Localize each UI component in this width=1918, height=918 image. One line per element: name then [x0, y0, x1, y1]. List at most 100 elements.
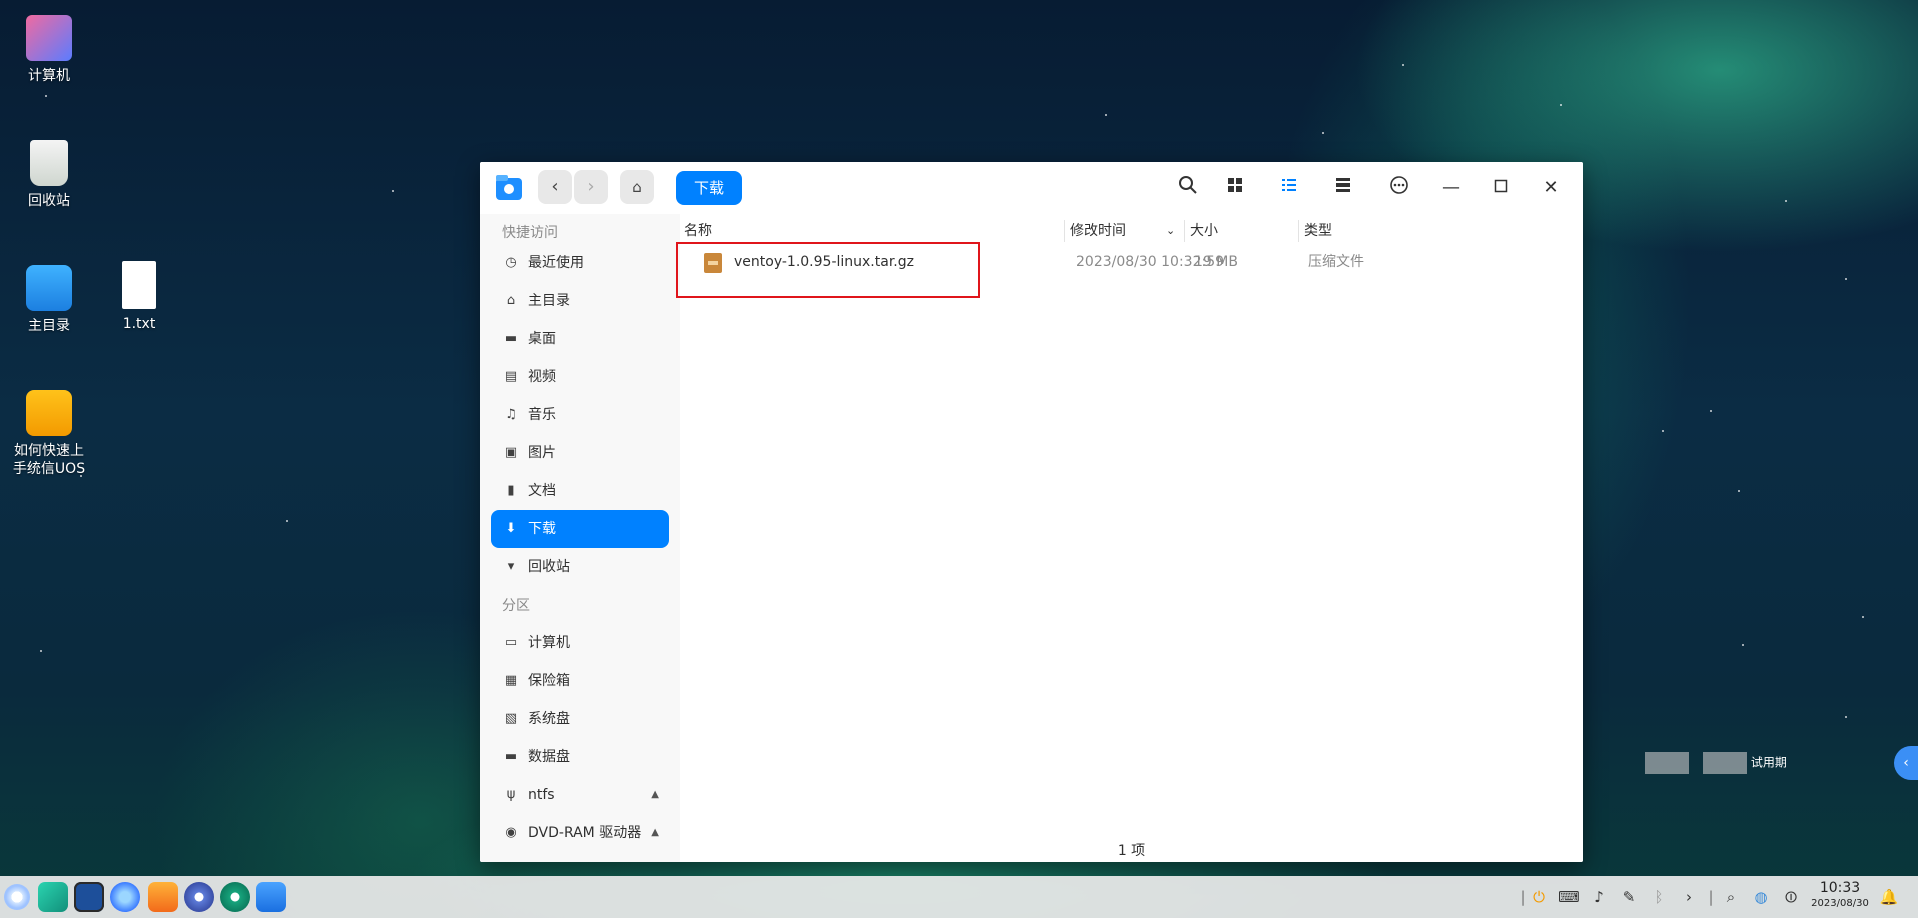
desktop-icon-1txt[interactable]: 1.txt [89, 261, 189, 333]
desktop-icon-label: 如何快速上手统信UOS [12, 443, 86, 477]
document-icon: ▮ [507, 483, 515, 498]
home-button[interactable]: ⌂ [620, 170, 654, 204]
more-icon[interactable] [1386, 175, 1412, 201]
desktop-icon-computer[interactable]: 计算机 [0, 15, 99, 85]
desktop-icon-trash[interactable]: 回收站 [0, 140, 99, 210]
download-icon: ⬇ [505, 521, 517, 536]
sidebar-item-ntfs[interactable]: ψ ntfs ▲ [491, 776, 669, 814]
list-view-icon[interactable] [1276, 175, 1302, 201]
sidebar-item-dvd-drive[interactable]: ◉ DVD-RAM 驱动器 ▲ [491, 814, 669, 852]
file-type: 压缩文件 [1308, 254, 1364, 270]
disk-icon: ▧ [504, 711, 518, 726]
desktop-icon-home[interactable]: 主目录 [0, 265, 99, 335]
launcher-icon[interactable] [4, 884, 30, 910]
vault-icon: ▦ [504, 673, 518, 688]
sidebar-item-videos[interactable]: ▤ 视频 [491, 358, 669, 396]
expand-tray-icon[interactable]: › [1678, 886, 1700, 908]
keyboard-icon[interactable]: ⌨ [1558, 886, 1580, 908]
notification-icon[interactable]: 🔔 [1878, 886, 1900, 908]
computer-icon [26, 15, 72, 61]
sidebar-item-system-disk[interactable]: ▧ 系统盘 [491, 700, 669, 738]
desktop-icon-label: 主目录 [28, 318, 70, 334]
clock[interactable]: 10:33 2023/08/30 [1808, 879, 1872, 911]
sidebar-item-computer[interactable]: ▭ 计算机 [491, 624, 669, 662]
trial-watermark: 试用期 [1645, 752, 1787, 774]
network-icon[interactable]: ◍ [1750, 886, 1772, 908]
sidebar-item-desktop[interactable]: ▬ 桌面 [491, 320, 669, 358]
browser-icon[interactable] [110, 882, 140, 912]
minimize-icon[interactable]: — [1438, 175, 1464, 201]
desktop-icon-uos-guide[interactable]: 如何快速上手统信UOS [0, 390, 99, 478]
support-icon[interactable] [220, 882, 250, 912]
sidebar-item-vault[interactable]: ▦ 保险箱 [491, 662, 669, 700]
column-header-size[interactable]: 大小 [1190, 220, 1218, 242]
text-file-icon [122, 261, 156, 309]
tray-separator: | [1708, 888, 1714, 906]
sidebar-item-recent[interactable]: ◷ 最近使用 [491, 244, 669, 282]
computer-icon: ▭ [504, 635, 518, 650]
clock-icon: ◷ [505, 255, 517, 270]
desktop-icon-label: 计算机 [28, 68, 70, 84]
file-size: 19 MB [1194, 254, 1238, 270]
update-icon[interactable]: ⏻ [1528, 886, 1550, 908]
taskbar: | ⏻ ⌨ ♪ ✎ ᛒ › | ⌕ ◍ ⏼ 10:33 2023/08/30 🔔 [0, 876, 1918, 918]
side-panel-handle[interactable]: ‹ [1894, 746, 1918, 780]
eject-icon[interactable]: ▲ [651, 814, 659, 852]
detail-view-icon[interactable] [1330, 175, 1356, 201]
volume-icon[interactable]: ♪ [1588, 886, 1610, 908]
clock-time: 10:33 [1819, 880, 1861, 896]
column-separator[interactable] [1298, 220, 1299, 242]
control-center-icon[interactable] [184, 882, 214, 912]
picture-icon: ▣ [504, 445, 518, 460]
pen-icon[interactable]: ✎ [1618, 886, 1640, 908]
sidebar-item-pictures[interactable]: ▣ 图片 [491, 434, 669, 472]
breadcrumb-downloads[interactable]: 下载 [676, 171, 743, 205]
desktop-icon-label: 1.txt [122, 316, 156, 332]
sidebar-item-documents[interactable]: ▮ 文档 [491, 472, 669, 510]
column-header-modified[interactable]: 修改时间 [1070, 220, 1126, 242]
titlebar: ‹ › ⌂ 下载 — ✕ [480, 162, 1583, 215]
back-button[interactable]: ‹ [538, 170, 572, 204]
file-manager-taskbar-icon[interactable] [74, 882, 104, 912]
column-separator[interactable] [1064, 220, 1065, 242]
sidebar-item-trash[interactable]: ▾ 回收站 [491, 548, 669, 586]
trash-icon: ▾ [507, 559, 515, 574]
sidebar-item-music[interactable]: ♫ 音乐 [491, 396, 669, 434]
home-folder-icon [26, 265, 72, 311]
selection-highlight-box [676, 242, 980, 298]
maximize-icon[interactable] [1488, 175, 1514, 201]
home-icon: ⌂ [506, 293, 516, 308]
search-icon[interactable]: ⌕ [1720, 886, 1742, 908]
power-icon[interactable]: ⏼ [1780, 886, 1802, 908]
disk-icon: ▬ [504, 749, 518, 764]
desktop-icon-label: 回收站 [28, 193, 70, 209]
column-header-type[interactable]: 类型 [1304, 220, 1332, 242]
music-icon: ♫ [505, 407, 517, 422]
multitask-view-icon[interactable] [38, 882, 68, 912]
forward-button[interactable]: › [574, 170, 608, 204]
sidebar-heading-quick-access: 快捷访问 [502, 225, 558, 241]
trash-icon [30, 140, 68, 186]
sidebar-item-home[interactable]: ⌂ 主目录 [491, 282, 669, 320]
text-editor-icon[interactable] [256, 882, 286, 912]
video-icon: ▤ [504, 369, 518, 384]
file-manager-window: ‹ › ⌂ 下载 — ✕ 快捷访问 ◷ 最近使用 ⌂ 主目录 ▬ 桌面 ▤ 视频 ♫ 音乐 [480, 162, 1583, 862]
usb-icon: ψ [506, 787, 516, 802]
sidebar-heading-partitions: 分区 [502, 598, 530, 614]
sidebar-item-data-disk[interactable]: ▬ 数据盘 [491, 738, 669, 776]
column-separator[interactable] [1184, 220, 1185, 242]
close-icon[interactable]: ✕ [1538, 175, 1564, 201]
column-header-name[interactable]: 名称 [684, 220, 712, 242]
optical-drive-icon: ◉ [505, 825, 517, 840]
desktop-icon: ▬ [504, 331, 518, 346]
sidebar-item-downloads[interactable]: ⬇ 下载 [491, 510, 669, 548]
icon-view-icon[interactable] [1222, 175, 1248, 201]
sidebar: 快捷访问 ◷ 最近使用 ⌂ 主目录 ▬ 桌面 ▤ 视频 ♫ 音乐 ▣ 图片 ▮ 文档 ⬇ 下载 … [480, 214, 680, 862]
sort-chevron-icon[interactable]: ⌄ [1166, 220, 1175, 242]
eject-icon[interactable]: ▲ [651, 776, 659, 814]
search-icon[interactable] [1175, 175, 1201, 201]
file-list-view: 名称 修改时间 ⌄ 大小 类型 ventoy-1.0.95-linux.tar.… [676, 214, 1583, 862]
bluetooth-icon[interactable]: ᛒ [1648, 886, 1670, 908]
app-store-icon[interactable] [148, 882, 178, 912]
item-count-status: 1 项 [1117, 843, 1146, 859]
